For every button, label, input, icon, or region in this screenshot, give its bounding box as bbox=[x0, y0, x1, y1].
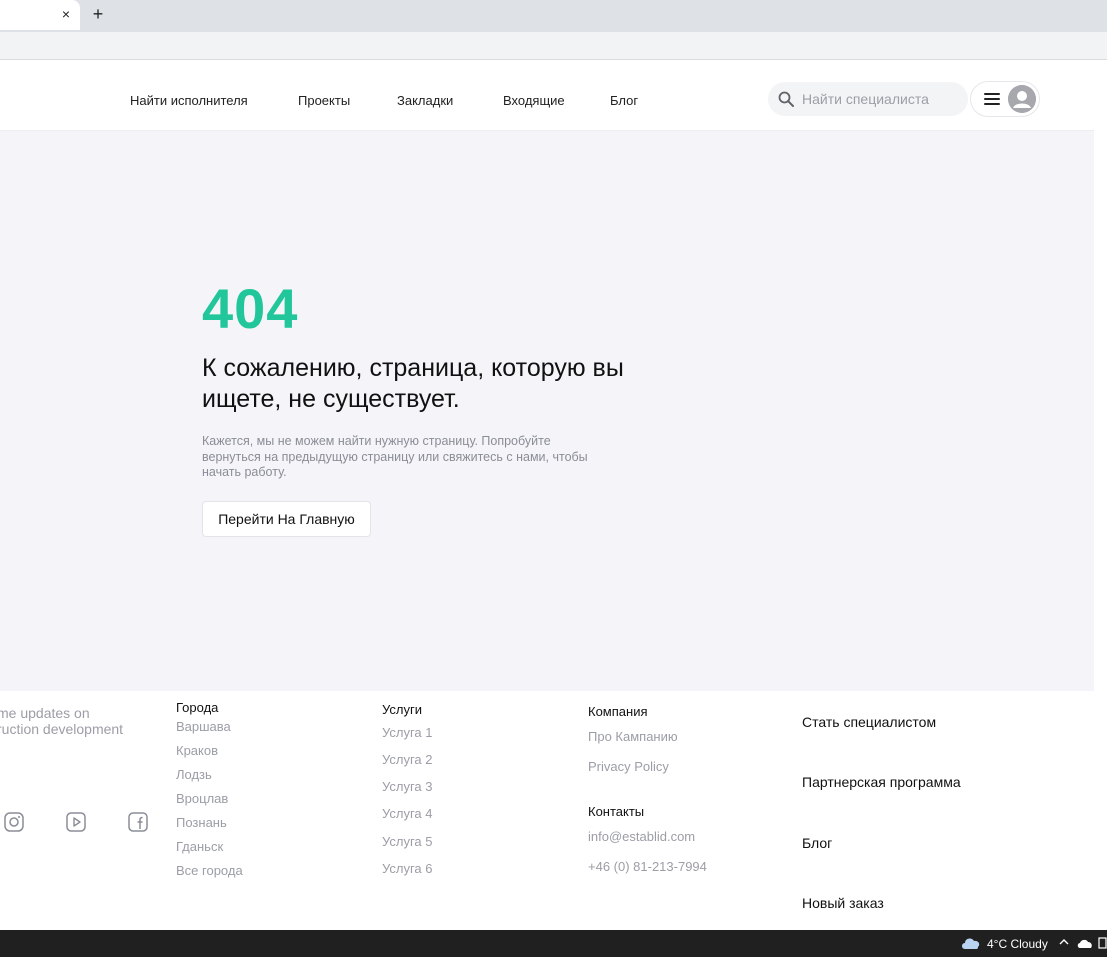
city-link[interactable]: Варшава bbox=[176, 719, 231, 734]
chevron-up-icon[interactable] bbox=[1058, 936, 1070, 948]
youtube-icon[interactable] bbox=[65, 811, 87, 833]
scrollbar[interactable] bbox=[1094, 64, 1107, 930]
about-company-link[interactable]: Про Кампанию bbox=[588, 729, 678, 744]
city-link[interactable]: Краков bbox=[176, 743, 218, 758]
service-link[interactable]: Услуга 2 bbox=[382, 752, 433, 767]
company-title: Компания bbox=[588, 704, 648, 719]
services-title: Услуги bbox=[382, 702, 422, 717]
weather-text[interactable]: 4°C Cloudy bbox=[987, 937, 1048, 951]
new-order-link[interactable]: Новый заказ bbox=[802, 895, 884, 911]
tagline-line-2: ruction development bbox=[0, 721, 124, 737]
error-section: 404 К сожалению, страница, которую вы ищ… bbox=[0, 131, 1094, 691]
city-link[interactable]: Познань bbox=[176, 815, 227, 830]
facebook-icon[interactable] bbox=[127, 811, 149, 833]
tab-close-icon[interactable]: × bbox=[58, 6, 74, 22]
cities-title: Города bbox=[176, 700, 219, 715]
instagram-icon[interactable] bbox=[3, 811, 25, 833]
nav-projects[interactable]: Проекты bbox=[298, 93, 350, 108]
service-link[interactable]: Услуга 1 bbox=[382, 725, 433, 740]
search-box bbox=[768, 82, 968, 116]
all-cities-link[interactable]: Все города bbox=[176, 863, 243, 878]
browser-tab[interactable]: × bbox=[0, 0, 80, 30]
city-link[interactable]: Вроцлав bbox=[176, 791, 228, 806]
os-taskbar: 4°C Cloudy bbox=[0, 930, 1107, 957]
error-description: Кажется, мы не можем найти нужную страни… bbox=[202, 434, 588, 479]
browser-tab-bar: × + bbox=[0, 0, 1107, 32]
search-icon[interactable] bbox=[778, 91, 794, 107]
nav-blog[interactable]: Блог bbox=[610, 93, 638, 108]
nav-inbox[interactable]: Входящие bbox=[503, 93, 565, 108]
site-footer: time updates on ruction development Горо… bbox=[0, 691, 1094, 930]
footer-blog-link[interactable]: Блог bbox=[802, 835, 832, 851]
go-home-button[interactable]: Перейти На Главную bbox=[202, 501, 371, 537]
nav-find-contractor[interactable]: Найти исполнителя bbox=[130, 93, 248, 108]
phone-link[interactable]: +46 (0) 81-213-7994 bbox=[588, 859, 707, 874]
browser-toolbar bbox=[0, 32, 1107, 60]
error-code: 404 bbox=[202, 277, 299, 340]
privacy-policy-link[interactable]: Privacy Policy bbox=[588, 759, 669, 774]
city-link[interactable]: Гданьск bbox=[176, 839, 223, 854]
become-specialist-link[interactable]: Стать специалистом bbox=[802, 714, 936, 730]
footer-tagline: time updates on ruction development bbox=[0, 705, 160, 737]
service-link[interactable]: Услуга 4 bbox=[382, 806, 433, 821]
site-header: Найти исполнителя Проекты Закладки Входя… bbox=[0, 64, 1107, 131]
onedrive-icon[interactable] bbox=[1077, 937, 1093, 949]
tagline-line-1: time updates on bbox=[0, 705, 90, 721]
service-link[interactable]: Услуга 6 bbox=[382, 861, 433, 876]
new-tab-button[interactable]: + bbox=[88, 4, 108, 24]
city-link[interactable]: Лодзь bbox=[176, 767, 212, 782]
email-link[interactable]: info@establid.com bbox=[588, 829, 695, 844]
error-title: К сожалению, страница, которую вы ищете,… bbox=[202, 354, 624, 413]
service-link[interactable]: Услуга 5 bbox=[382, 834, 433, 849]
contacts-title: Контакты bbox=[588, 804, 645, 819]
network-icon[interactable] bbox=[1098, 936, 1107, 950]
partner-program-link[interactable]: Партнерская программа bbox=[802, 774, 961, 790]
user-menu-button[interactable] bbox=[970, 81, 1040, 117]
search-input[interactable] bbox=[802, 82, 962, 116]
nav-bookmarks[interactable]: Закладки bbox=[397, 93, 453, 108]
service-link[interactable]: Услуга 3 bbox=[382, 779, 433, 794]
cloud-icon[interactable] bbox=[960, 935, 982, 951]
avatar bbox=[1008, 85, 1036, 113]
menu-icon bbox=[984, 93, 1000, 107]
